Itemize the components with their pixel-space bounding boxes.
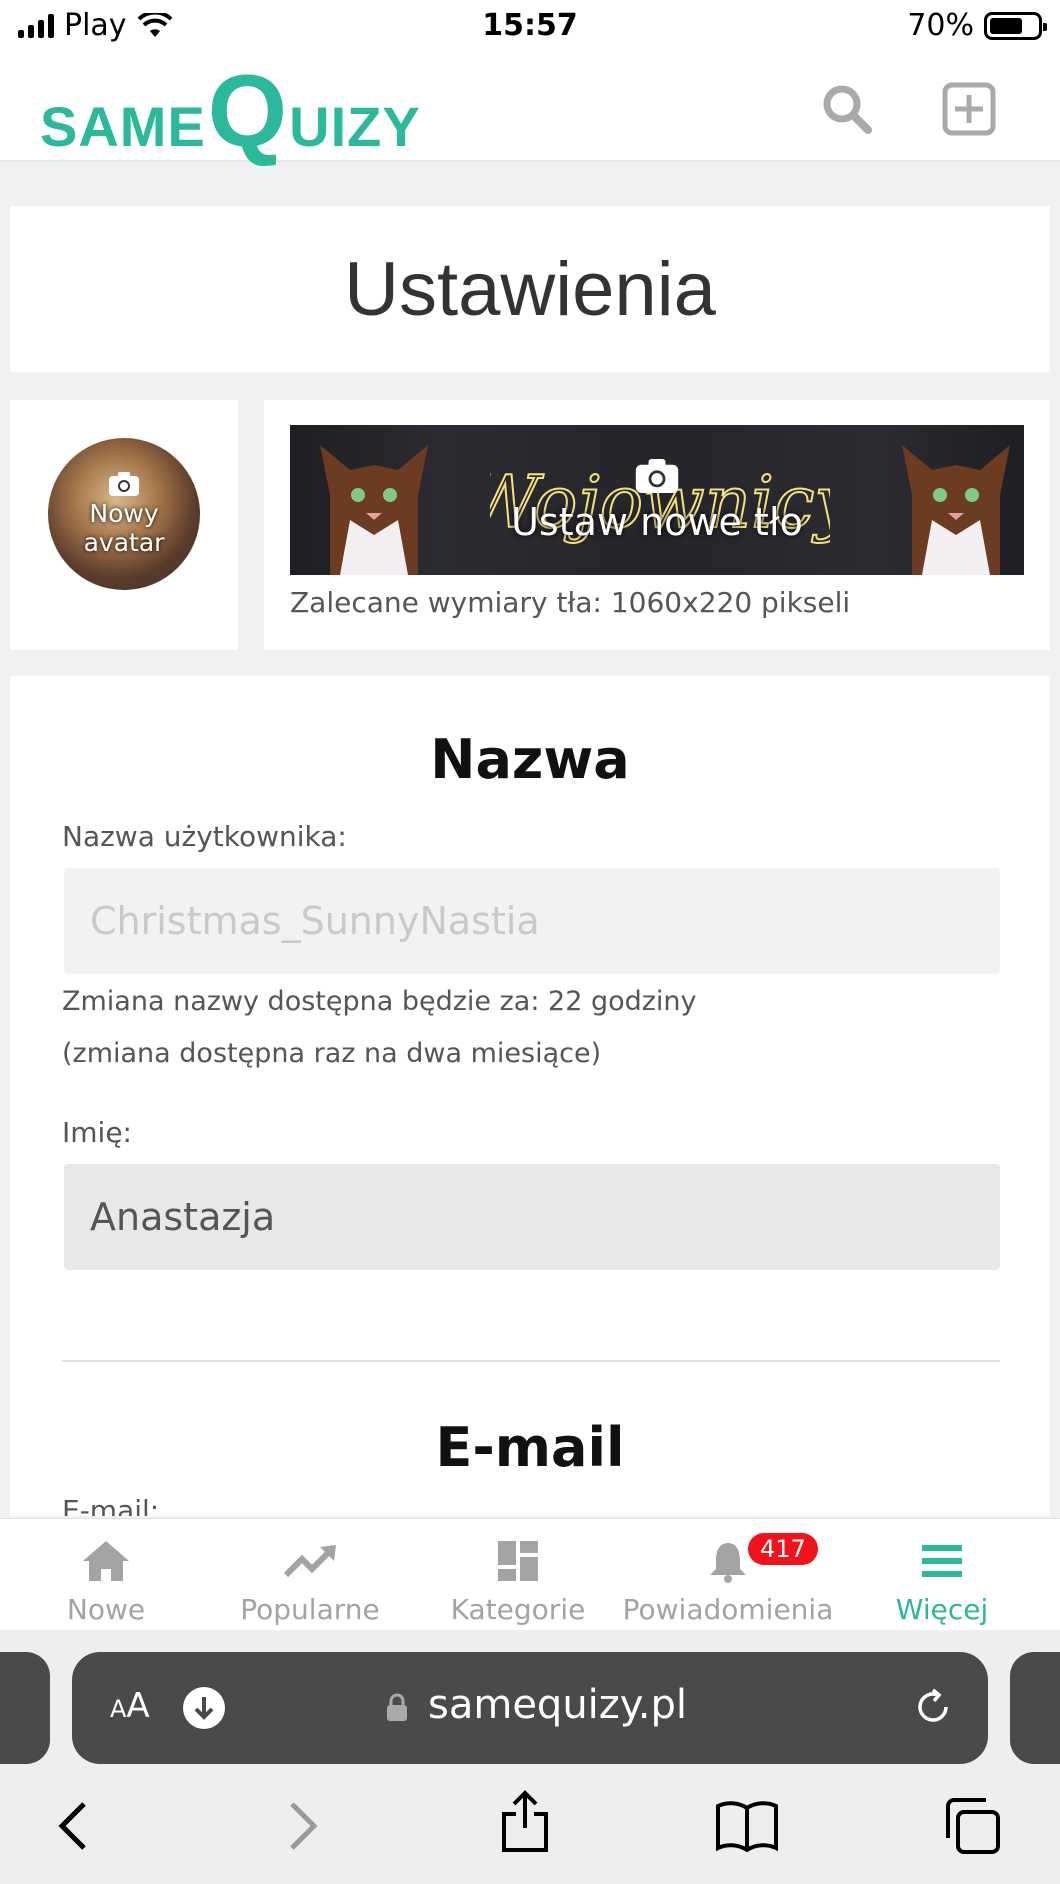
nav-label: Więcej: [895, 1593, 989, 1626]
nav-label: Powiadomienia: [622, 1593, 834, 1626]
username-change-note: Zmiana nazwy dostępna będzie za: 22 godz…: [62, 986, 697, 1017]
nav-item-popularne[interactable]: Popularne: [204, 1519, 416, 1631]
dashboard-icon: [498, 1541, 538, 1581]
logo-prefix: SAME: [40, 95, 206, 158]
nav-item-powiadomienia[interactable]: 417 Powiadomienia: [622, 1519, 834, 1631]
tabs-icon[interactable]: [942, 1798, 1002, 1854]
logo-suffix: UIZY: [289, 95, 421, 158]
cat-illustration-left: [320, 445, 428, 575]
first-name-label: Imię:: [62, 1116, 132, 1149]
samequizy-logo[interactable]: SAME Q UIZY: [40, 60, 421, 162]
page-title: Ustawienia: [344, 246, 716, 332]
address-bar[interactable]: AA samequizy.pl: [72, 1652, 988, 1764]
cat-illustration-right: [902, 445, 1010, 575]
username-field: Christmas_SunnyNastia: [64, 868, 1000, 974]
url-text: samequizy.pl: [428, 1682, 687, 1728]
nav-item-kategorie[interactable]: Kategorie: [412, 1519, 624, 1631]
add-box-icon[interactable]: [942, 82, 996, 136]
nav-label: Kategorie: [450, 1593, 586, 1626]
nav-item-wiecej[interactable]: Więcej: [836, 1519, 1048, 1631]
battery-icon: [984, 11, 1047, 40]
notification-badge: 417: [748, 1533, 818, 1565]
camera-icon: [635, 459, 679, 493]
bell-icon: [710, 1543, 746, 1583]
background-size-hint: Zalecane wymiary tła: 1060x220 pikseli: [290, 586, 851, 619]
forward-icon[interactable]: [282, 1798, 322, 1854]
first-name-field[interactable]: Anastazja: [64, 1164, 1000, 1270]
set-background-label: Ustaw nowe tło: [511, 500, 803, 544]
camera-icon: [109, 472, 139, 497]
next-tab-preview[interactable]: [1010, 1652, 1060, 1764]
avatar-upload[interactable]: Nowy avatar: [48, 438, 200, 590]
settings-form-card: Nazwa Nazwa użytkownika: Christmas_Sunny…: [10, 676, 1050, 1516]
status-bar: Play 15:57 70%: [0, 0, 1060, 54]
email-section-title: E-mail: [435, 1416, 625, 1479]
avatar-card: Nowy avatar: [10, 400, 238, 650]
battery-percent: 70%: [907, 8, 974, 43]
nav-label: Popularne: [240, 1593, 380, 1626]
menu-icon: [922, 1545, 962, 1577]
logo-q: Q: [207, 54, 288, 168]
reload-icon[interactable]: [912, 1686, 954, 1728]
username-label: Nazwa użytkownika:: [62, 820, 347, 853]
section-divider: [62, 1360, 1000, 1362]
nav-label: Nowe: [66, 1593, 146, 1626]
text-size-button[interactable]: AA: [110, 1686, 150, 1726]
email-label: E-mail:: [62, 1494, 160, 1516]
trending-icon: [283, 1545, 336, 1578]
username-change-frequency: (zmiana dostępna raz na dwa miesiące): [62, 1038, 602, 1069]
search-icon[interactable]: [820, 82, 874, 136]
name-section-title: Nazwa: [430, 728, 630, 791]
title-card: Ustawienia: [10, 206, 1050, 372]
bookmarks-icon[interactable]: [714, 1798, 780, 1852]
home-icon: [83, 1541, 129, 1581]
lock-icon: [387, 1693, 407, 1721]
bottom-navigation: Nowe Popularne Kategorie 417 Powiadomien…: [0, 1518, 1060, 1630]
share-icon[interactable]: [498, 1790, 552, 1854]
back-icon[interactable]: [54, 1798, 94, 1854]
clock: 15:57: [482, 8, 578, 43]
browser-bar: AA samequizy.pl: [0, 1630, 1060, 1884]
download-icon[interactable]: [182, 1686, 226, 1730]
avatar-label: Nowy avatar: [83, 499, 165, 557]
nav-item-nowe[interactable]: Nowe: [0, 1519, 212, 1631]
background-card: Wojownicy Ustaw nowe tło Zalecane wymiar…: [264, 400, 1050, 650]
previous-tab-preview[interactable]: [0, 1652, 50, 1764]
battery-group: 70%: [907, 8, 1047, 43]
background-banner[interactable]: Wojownicy Ustaw nowe tło: [290, 425, 1024, 575]
site-header: SAME Q UIZY: [0, 54, 1060, 162]
